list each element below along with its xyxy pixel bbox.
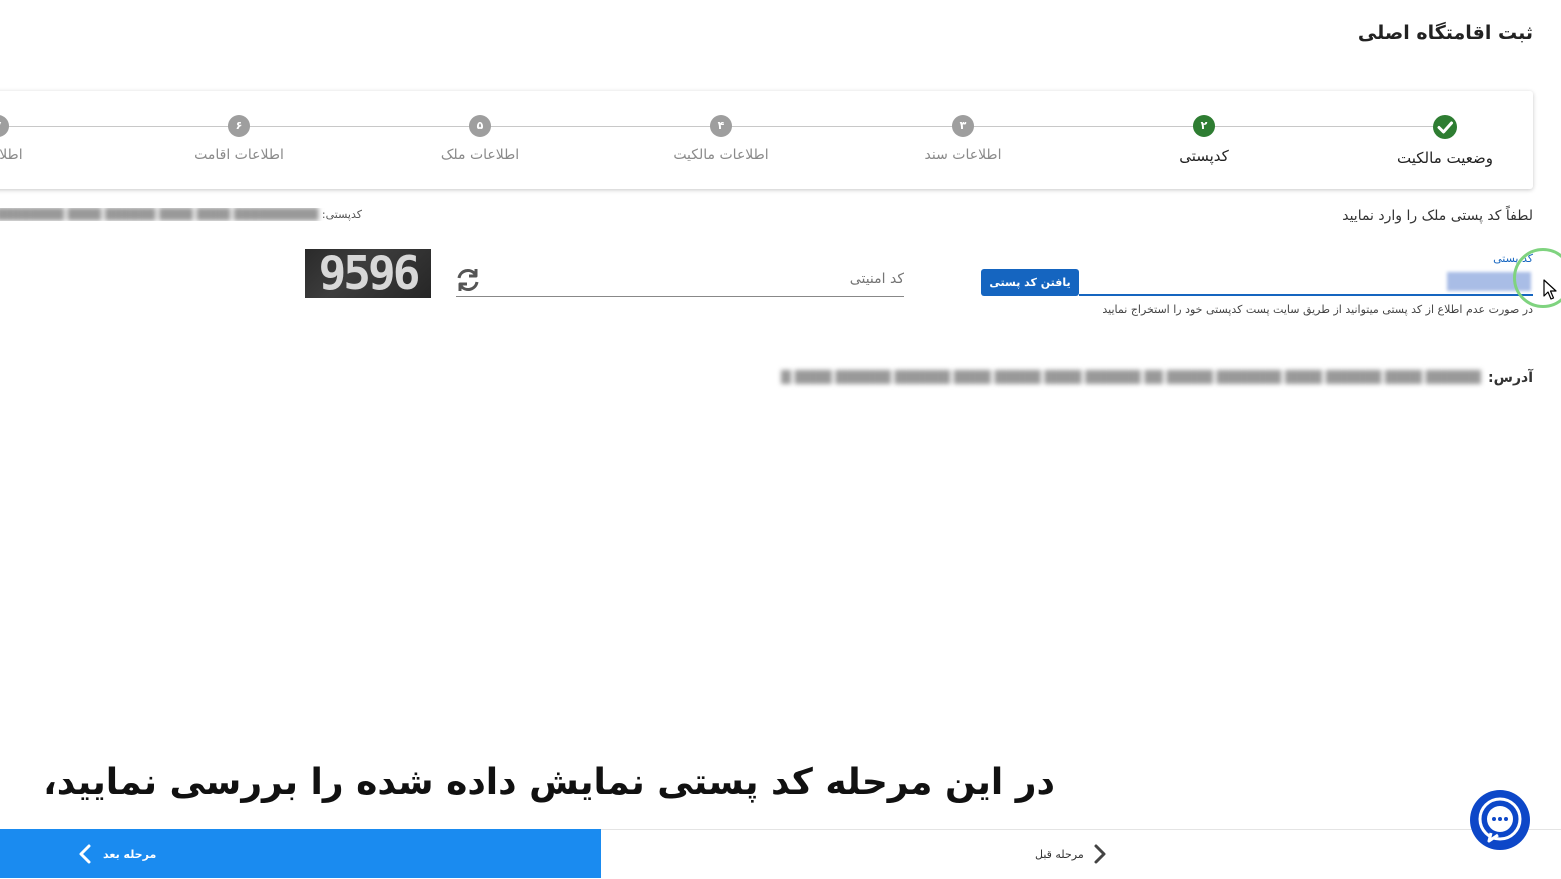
- chat-support-button[interactable]: [1470, 790, 1530, 850]
- step-label: اطلاعات ملک: [440, 147, 520, 163]
- previous-step-button[interactable]: مرحله قبل: [1035, 840, 1110, 868]
- next-step-label: مرحله بعد: [103, 847, 157, 861]
- address-label: آدرس:: [1488, 370, 1533, 386]
- refresh-captcha-icon[interactable]: [454, 266, 482, 294]
- step-label: اطلاعات: [0, 147, 23, 163]
- step-label: اطلاعات اقامت: [194, 147, 284, 163]
- address-value-redacted: ██████ ████ ██████ ████ ███████ █████ ██…: [781, 370, 1481, 384]
- step-number: ۷: [0, 115, 9, 137]
- mouse-cursor-icon: [1543, 279, 1557, 300]
- step-number: ۴: [710, 115, 732, 137]
- step-number: ۲: [1193, 115, 1215, 137]
- postal-summary-label: کدپستی:: [321, 208, 362, 221]
- step-info-partial[interactable]: ۷ اطلاعات: [0, 115, 63, 163]
- step-property-info[interactable]: ۵ اطلاعات ملک: [415, 115, 545, 163]
- page-title: ثبت اقامتگاه اصلی: [1357, 22, 1533, 44]
- step-label: اطلاعات سند: [924, 147, 1002, 163]
- postal-prompt: لطفاً کد پستی ملک را وارد نمایید: [1342, 208, 1533, 224]
- chat-bubble-icon: [1478, 797, 1522, 843]
- step-number: ۶: [228, 115, 250, 137]
- step-postal-code[interactable]: ۲ کدپستی: [1139, 115, 1269, 165]
- previous-step-label: مرحله قبل: [1035, 847, 1084, 861]
- postal-summary: کدپستی: ██████████ ████ ████ ██████ ████…: [0, 208, 362, 221]
- next-step-button[interactable]: مرحله بعد: [0, 829, 601, 878]
- step-label: اطلاعات مالکیت: [673, 147, 769, 163]
- security-code-field: [456, 262, 904, 297]
- step-label: کدپستی: [1179, 147, 1229, 165]
- video-caption: در این مرحله کد پستی نمایش داده شده را ب…: [43, 762, 1055, 803]
- stepper: وضعیت مالکیت ۲ کدپستی ۳ اطلاعات سند ۴ اط…: [0, 91, 1533, 189]
- postal-code-field: کد پستی: [1079, 252, 1533, 297]
- postal-helper-text: در صورت عدم اطلاع از کد پستی میتوانید از…: [1102, 303, 1533, 316]
- step-ownership-status[interactable]: وضعیت مالکیت: [1380, 115, 1510, 167]
- step-residence-info[interactable]: ۶ اطلاعات اقامت: [174, 115, 304, 163]
- chevron-left-icon: [79, 844, 91, 864]
- step-label: وضعیت مالکیت: [1397, 149, 1493, 167]
- chevron-right-icon: [1094, 844, 1106, 864]
- find-postal-code-button[interactable]: یافتن کد پستی: [981, 269, 1079, 296]
- step-number: ۵: [469, 115, 491, 137]
- step-deed-info[interactable]: ۳ اطلاعات سند: [898, 115, 1028, 163]
- step-ownership-info[interactable]: ۴ اطلاعات مالکیت: [656, 115, 786, 163]
- postal-summary-value-redacted: ██████████ ████ ████ ██████ ████ ███████…: [0, 208, 319, 221]
- check-icon: [1433, 115, 1457, 139]
- captcha-image: 9596: [305, 249, 431, 298]
- step-number: ۳: [952, 115, 974, 137]
- security-code-input[interactable]: [456, 262, 904, 296]
